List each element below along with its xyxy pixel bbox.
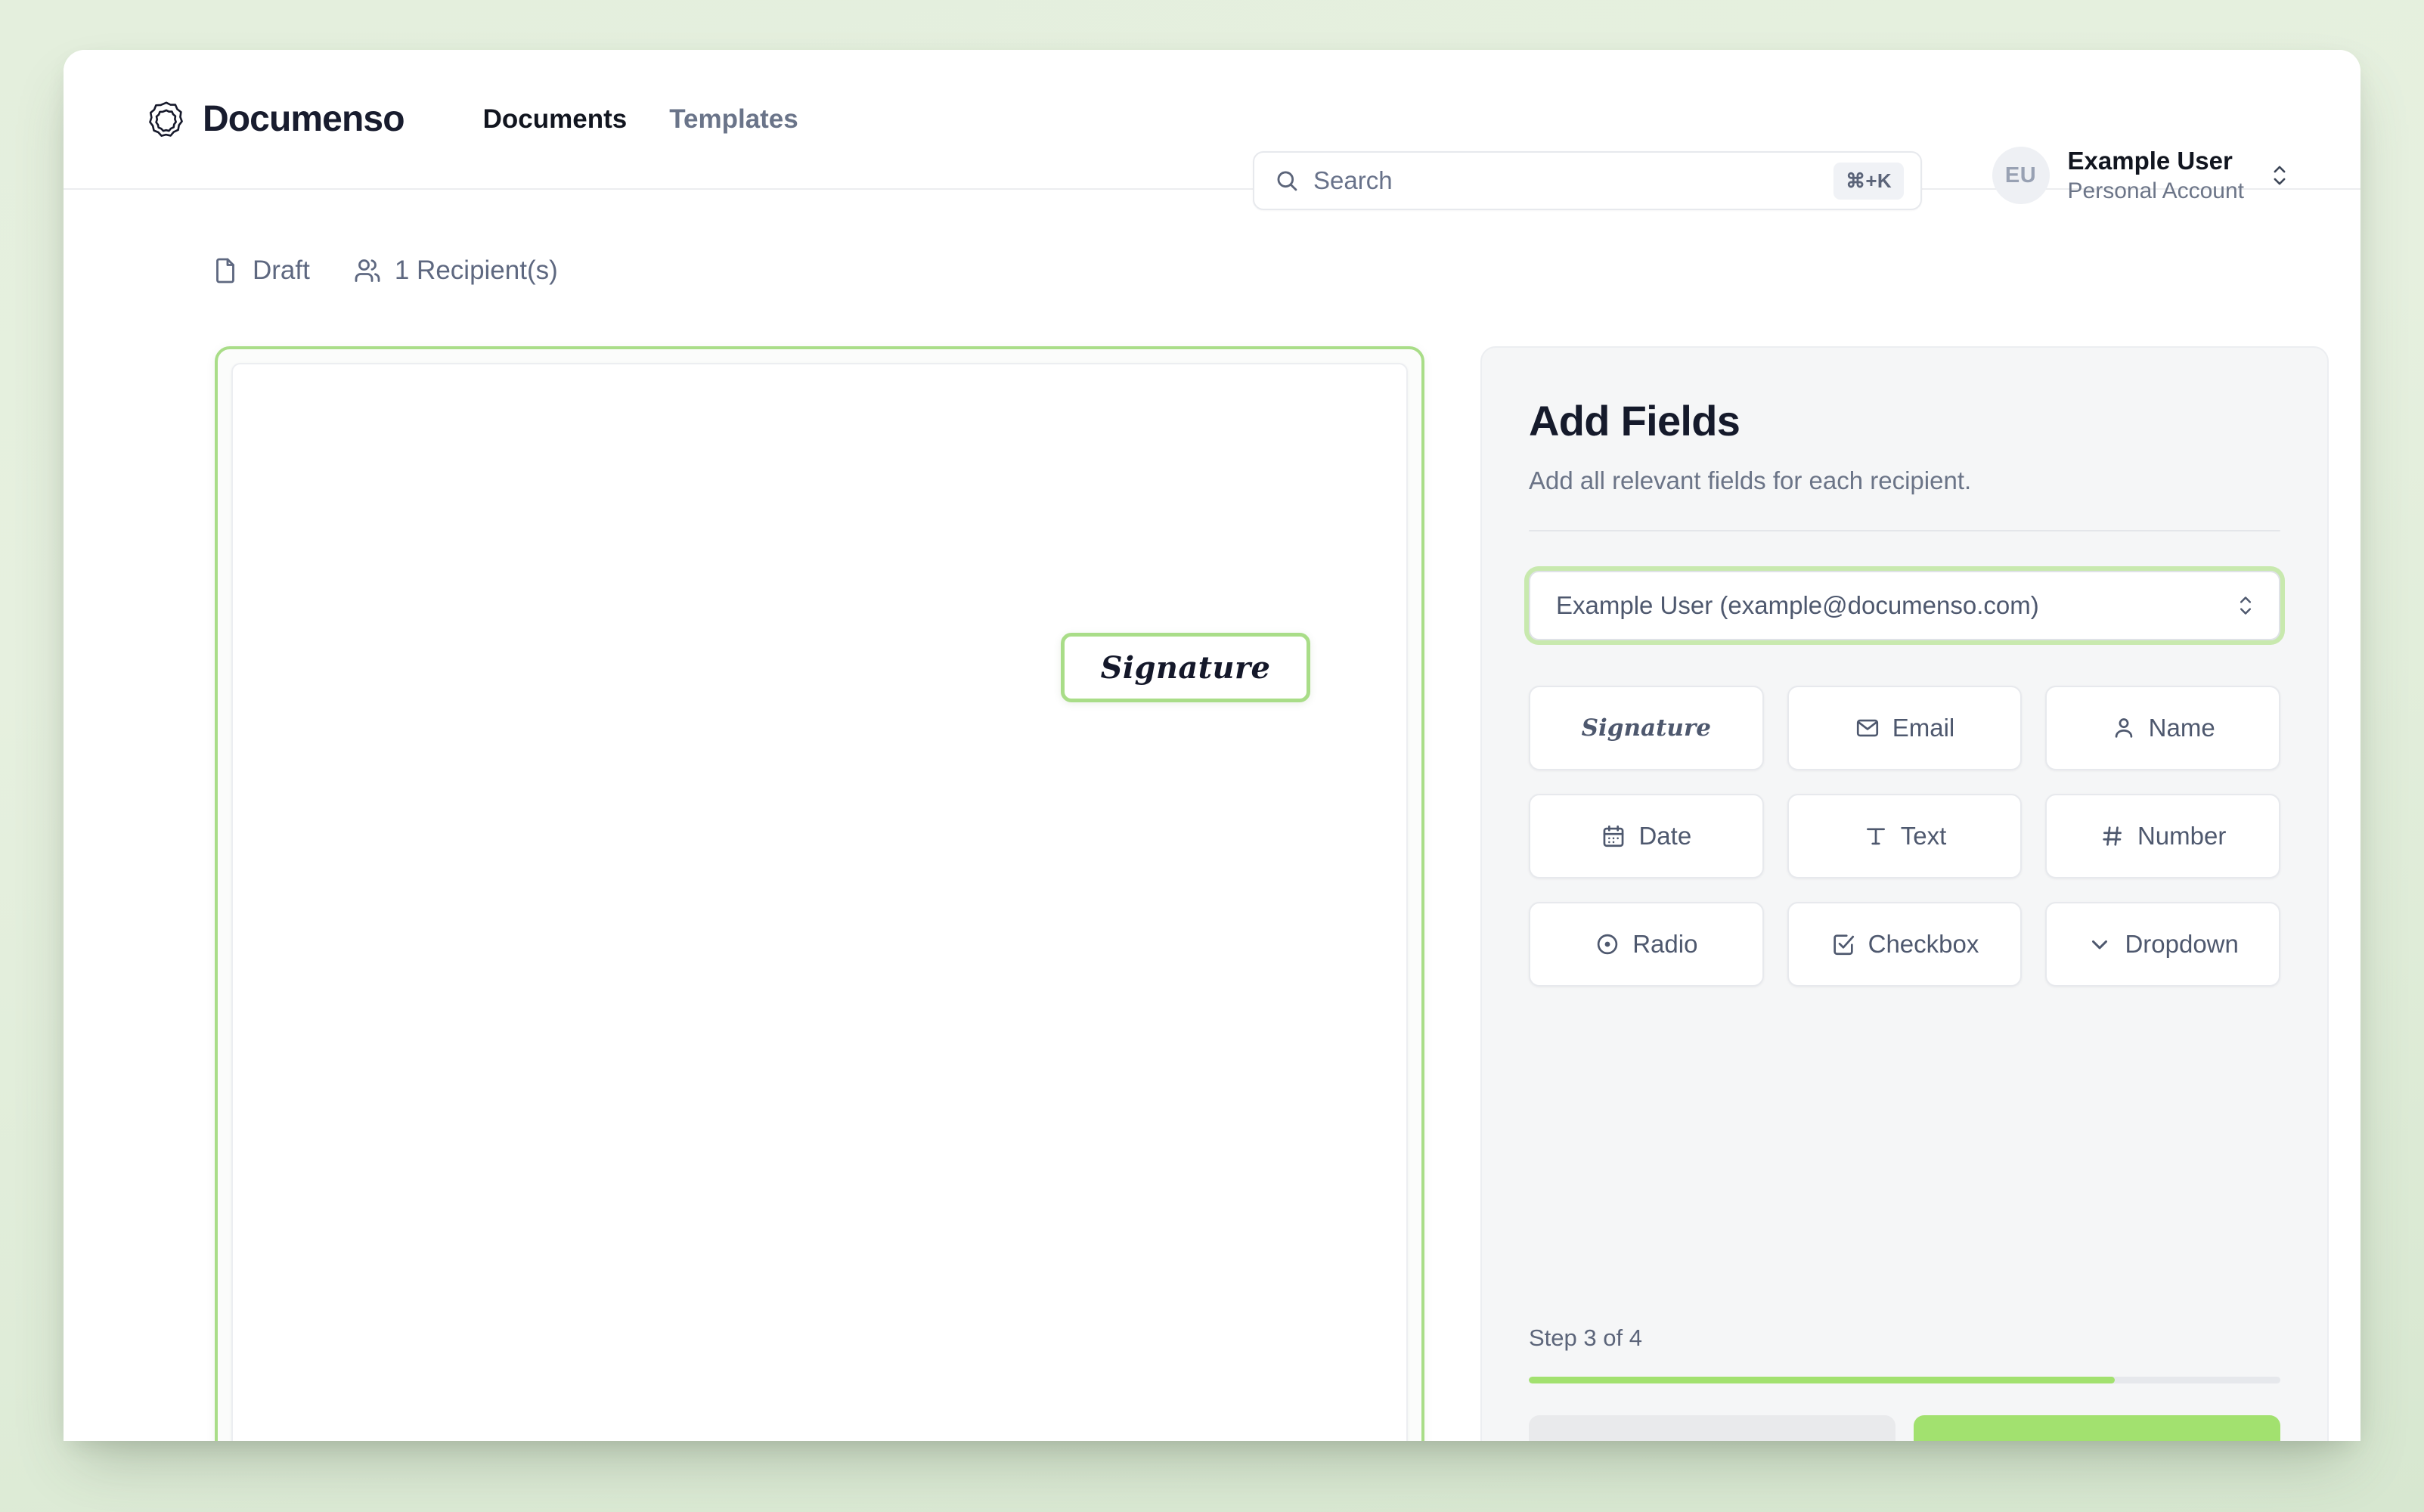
step-indicator: Step 3 of 4 bbox=[1529, 1325, 1642, 1351]
placed-signature-label: Signature bbox=[1100, 649, 1271, 686]
document-recipients: 1 Recipient(s) bbox=[354, 256, 558, 286]
field-type-text-label: Text bbox=[1900, 822, 1947, 850]
progress-bar-fill bbox=[1529, 1377, 2116, 1383]
field-type-date[interactable]: Date bbox=[1529, 794, 1764, 878]
recipient-select-value: Example User (example@documenso.com) bbox=[1556, 591, 2039, 619]
field-type-signature[interactable]: Signature bbox=[1529, 686, 1764, 770]
chevron-up-down-icon bbox=[2235, 590, 2256, 621]
document-recipients-label: 1 Recipient(s) bbox=[394, 256, 558, 285]
radio-circle-icon bbox=[1595, 931, 1620, 957]
main-nav: Documents Templates bbox=[483, 104, 798, 135]
account-name: Example User bbox=[2067, 146, 2233, 175]
panel-subtitle: Add all relevant fields for each recipie… bbox=[1529, 466, 1972, 494]
nav-link-documents[interactable]: Documents bbox=[483, 104, 628, 135]
users-icon bbox=[354, 257, 381, 284]
account-text: Example User Personal Account bbox=[2068, 147, 2244, 204]
search-icon bbox=[1274, 168, 1300, 194]
go-back-button[interactable]: Go Back bbox=[1529, 1415, 1895, 1441]
field-type-date-label: Date bbox=[1638, 822, 1692, 850]
placed-signature-field[interactable]: Signature bbox=[1061, 633, 1310, 702]
search-input[interactable]: Search bbox=[1313, 166, 1833, 195]
user-icon bbox=[2111, 715, 2137, 741]
search-shortcut-badge: ⌘+K bbox=[1833, 162, 1904, 200]
field-type-radio[interactable]: Radio bbox=[1529, 902, 1764, 987]
field-type-checkbox-label: Checkbox bbox=[1868, 930, 1979, 958]
field-type-number[interactable]: Number bbox=[2045, 794, 2280, 878]
add-fields-panel: Add Fields Add all relevant fields for e… bbox=[1480, 346, 2329, 1441]
document-meta-bar: Draft 1 Recipient(s) bbox=[212, 256, 558, 286]
brand-name: Documenso bbox=[203, 99, 405, 139]
avatar: EU bbox=[1992, 147, 2050, 204]
field-type-name-label: Name bbox=[2148, 714, 2215, 742]
document-page[interactable]: Signature bbox=[231, 363, 1408, 1441]
chevron-up-down-icon bbox=[2268, 160, 2291, 191]
field-type-grid: Signature Email Name Date Text Number Ra… bbox=[1529, 686, 2280, 987]
text-t-icon bbox=[1863, 823, 1889, 849]
field-type-text[interactable]: Text bbox=[1787, 794, 2023, 878]
calendar-icon bbox=[1601, 823, 1626, 849]
document-status-label: Draft bbox=[253, 256, 310, 285]
chevron-down-icon bbox=[2087, 931, 2112, 957]
field-type-checkbox[interactable]: Checkbox bbox=[1787, 902, 2023, 987]
account-subtitle: Personal Account bbox=[2067, 178, 2244, 203]
recipient-select[interactable]: Example User (example@documenso.com) bbox=[1529, 571, 2280, 640]
field-type-dropdown-label: Dropdown bbox=[2125, 930, 2239, 958]
panel-footer: Step 3 of 4 Go Back Continue bbox=[1529, 1325, 2280, 1441]
document-drop-zone[interactable]: Signature bbox=[215, 346, 1424, 1441]
account-menu[interactable]: EU Example User Personal Account bbox=[1992, 147, 2291, 204]
footer-actions: Go Back Continue bbox=[1529, 1415, 2280, 1441]
field-type-email-label: Email bbox=[1892, 714, 1955, 742]
nav-link-templates[interactable]: Templates bbox=[669, 104, 798, 135]
field-type-name[interactable]: Name bbox=[2045, 686, 2280, 770]
field-type-radio-label: Radio bbox=[1632, 930, 1698, 958]
page-content: Draft 1 Recipient(s) Signature Add Field… bbox=[64, 50, 2360, 1441]
hash-icon bbox=[2100, 823, 2125, 849]
document-status: Draft bbox=[212, 256, 310, 286]
documenso-seal-icon bbox=[147, 100, 186, 139]
field-type-dropdown[interactable]: Dropdown bbox=[2045, 902, 2280, 987]
app-header: Documenso Documents Templates Search ⌘+K… bbox=[64, 50, 2360, 210]
file-icon bbox=[212, 257, 239, 284]
field-type-number-label: Number bbox=[2137, 822, 2227, 850]
search-box[interactable]: Search ⌘+K bbox=[1253, 151, 1922, 210]
brand-logo[interactable]: Documenso bbox=[147, 98, 405, 140]
progress-bar bbox=[1529, 1377, 2280, 1383]
envelope-icon bbox=[1855, 715, 1880, 741]
panel-divider bbox=[1529, 530, 2280, 531]
panel-title: Add Fields bbox=[1529, 397, 1741, 445]
checkbox-check-icon bbox=[1830, 931, 1856, 957]
field-type-email[interactable]: Email bbox=[1787, 686, 2023, 770]
app-window: Draft 1 Recipient(s) Signature Add Field… bbox=[64, 50, 2360, 1441]
continue-button[interactable]: Continue bbox=[1914, 1415, 2280, 1441]
field-type-signature-label: Signature bbox=[1581, 714, 1712, 742]
